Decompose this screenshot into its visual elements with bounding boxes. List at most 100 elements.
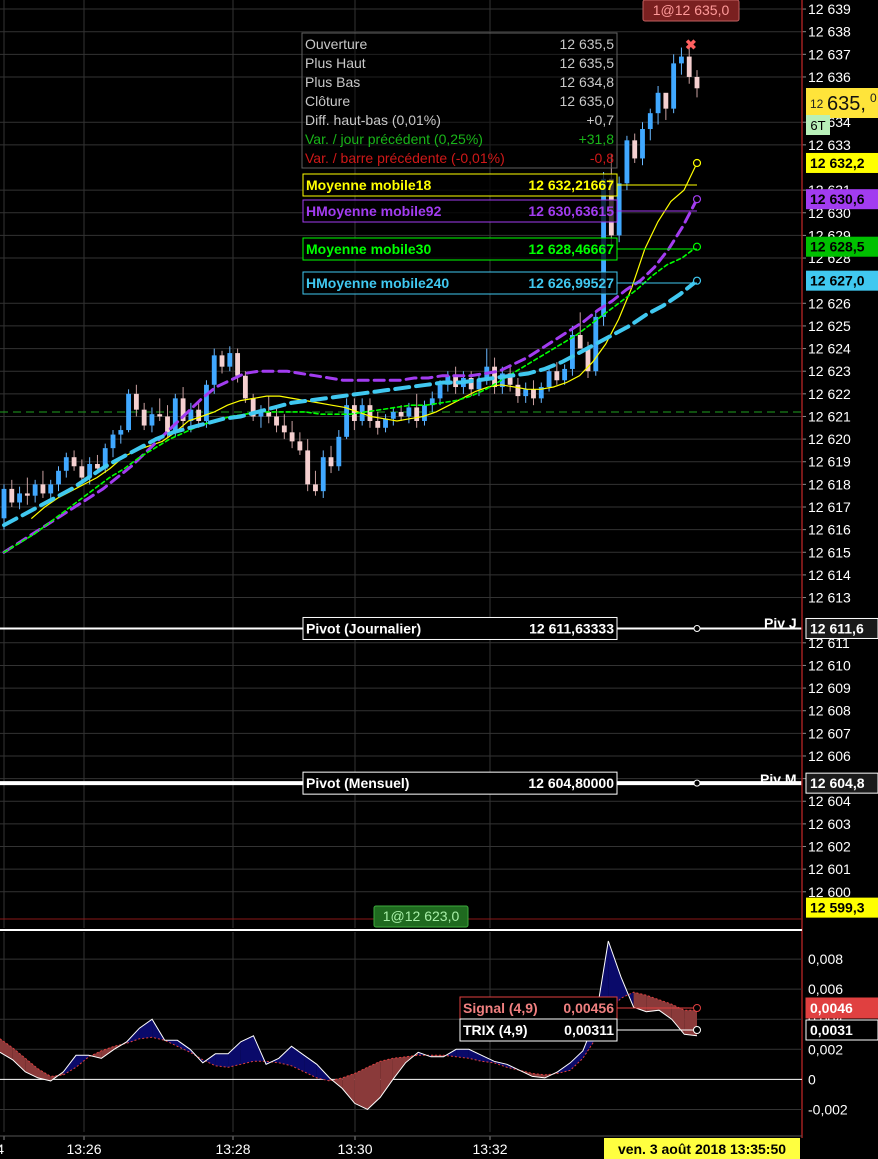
- candle-body: [149, 414, 155, 426]
- pivot-axis-badge-text: 12 611,6: [810, 620, 864, 636]
- trix-fill-above: [456, 1049, 469, 1059]
- candle-body: [40, 484, 46, 494]
- candle-body: [570, 334, 575, 369]
- price-tick-label: 12 622: [808, 386, 851, 402]
- candle-body: [515, 384, 521, 397]
- trix-tick-label: 0,006: [808, 981, 843, 997]
- price-tick-label: 12 637: [808, 46, 851, 62]
- price-tick-label: 12 623: [808, 363, 851, 379]
- price-tick-label: 12 621: [808, 408, 851, 424]
- trix-legend-value: 0,00456: [563, 1000, 614, 1016]
- candle-body: [32, 484, 38, 496]
- candle-body: [694, 76, 700, 89]
- time-tick-label: 13:28: [215, 1141, 250, 1157]
- candle-body: [663, 92, 669, 109]
- trix-fill-below: [354, 1067, 368, 1110]
- candle-body: [297, 441, 303, 451]
- last-price-suffix: 0: [870, 91, 877, 105]
- ma-legend-name: HMoyenne mobile240: [306, 275, 449, 291]
- ma-legend-name: Moyenne mobile18: [306, 177, 431, 193]
- ma-legend-value: 12 630,63615: [528, 203, 614, 219]
- candle-body: [414, 407, 420, 421]
- pivot-daily-tag: Piv J: [764, 615, 797, 631]
- ma-endpoint: [692, 195, 702, 204]
- price-tick-label: 12 639: [808, 1, 851, 17]
- tick-counter: 6T: [810, 118, 825, 133]
- candle-body: [165, 416, 170, 433]
- axis-value-badge-text: 12 628,5: [810, 239, 865, 255]
- price-tick-label: 12 625: [808, 318, 851, 334]
- axis-value-badge-text: 12 599,3: [810, 900, 865, 916]
- candle-body: [274, 416, 279, 426]
- price-tick-label: 12 633: [808, 137, 851, 153]
- price-tick-label: 12 626: [808, 295, 851, 311]
- candle-body: [383, 418, 388, 428]
- candle-body: [71, 457, 77, 467]
- price-tick-label: 12 600: [808, 884, 851, 900]
- candle-body: [422, 405, 427, 421]
- info-row-label: Plus Bas: [305, 74, 360, 90]
- ma-legend-name: HMoyenne mobile92: [306, 203, 442, 219]
- close-marker-icon: ✖: [685, 36, 697, 52]
- candle-body: [554, 371, 560, 381]
- trix-endpoint: [693, 1026, 701, 1034]
- candle-body: [211, 355, 217, 385]
- candle-body: [437, 384, 443, 399]
- info-row-label: Ouverture: [305, 36, 367, 52]
- candle-body: [17, 493, 22, 503]
- price-tick-label: 12 607: [808, 725, 851, 741]
- candle-body: [281, 425, 287, 433]
- candle-body: [235, 353, 241, 376]
- pivot-endpoint: [693, 624, 701, 632]
- candle-body: [141, 409, 147, 426]
- candle-body: [585, 348, 591, 372]
- price-tick-label: 12 636: [808, 69, 851, 85]
- candle-body: [1, 488, 7, 519]
- candle-body: [390, 411, 396, 419]
- ma-legend-value: 12 632,21667: [528, 177, 614, 193]
- pivot-legend-value: 12 611,63333: [529, 620, 614, 636]
- candle-body: [63, 457, 69, 471]
- ohlc-info-box: Ouverture 12 635,5 Plus Haut 12 635,5 Plus B…: [301, 32, 618, 169]
- info-row-value: 12 635,5: [560, 55, 615, 71]
- candle-body: [227, 353, 233, 367]
- candle-body: [679, 56, 684, 64]
- price-tick-label: 12 604: [808, 793, 851, 809]
- candle-body: [289, 432, 295, 442]
- candle-body: [133, 393, 139, 410]
- info-row-label: Clôture: [305, 93, 350, 109]
- info-row-value: -0,8: [590, 150, 614, 166]
- price-tick-label: 12 602: [808, 839, 851, 855]
- price-tick-label: 12 610: [808, 657, 851, 673]
- candle-body: [219, 355, 225, 367]
- trix-tick-label: -0,002: [808, 1101, 848, 1117]
- trix-axis-badge-text: 0,0031: [810, 1022, 853, 1038]
- price-tick-label: 12 619: [808, 454, 851, 470]
- info-row-value: 12 634,8: [560, 74, 615, 90]
- price-tick-label: 12 614: [808, 567, 851, 583]
- candle-body: [305, 450, 311, 485]
- axis-value-badge-text: 12 632,2: [810, 155, 865, 171]
- info-row-label: Plus Haut: [305, 55, 366, 71]
- time-tick-label: 24: [0, 1141, 4, 1157]
- price-tick-label: 12 606: [808, 748, 851, 764]
- info-row-value: 12 635,5: [560, 36, 615, 52]
- candle-body: [624, 140, 630, 184]
- trading-chart[interactable]: ✖ Pivot (Journalier) 12 611,63333 Pivot (M…: [0, 0, 878, 1159]
- trix-tick-label: 0: [808, 1071, 816, 1087]
- last-price-value: 635,: [827, 93, 866, 115]
- info-row-value: +31,8: [579, 131, 615, 147]
- info-row-label: Var. / barre précédente (-0,01%): [305, 150, 505, 166]
- candle-body: [196, 409, 202, 421]
- candle-body: [24, 493, 30, 496]
- candle-body: [632, 140, 638, 159]
- trix-legend-value: 0,00311: [564, 1022, 614, 1038]
- candle-body: [655, 92, 661, 114]
- price-tick-label: 12 609: [808, 680, 851, 696]
- time-tick-label: 13:26: [66, 1141, 101, 1157]
- price-tick-label: 12 616: [808, 522, 851, 538]
- ma-endpoint: [692, 158, 702, 168]
- pivot-legend-name: Pivot (Mensuel): [306, 775, 409, 791]
- candle-body: [79, 466, 85, 478]
- candle-body: [406, 407, 412, 417]
